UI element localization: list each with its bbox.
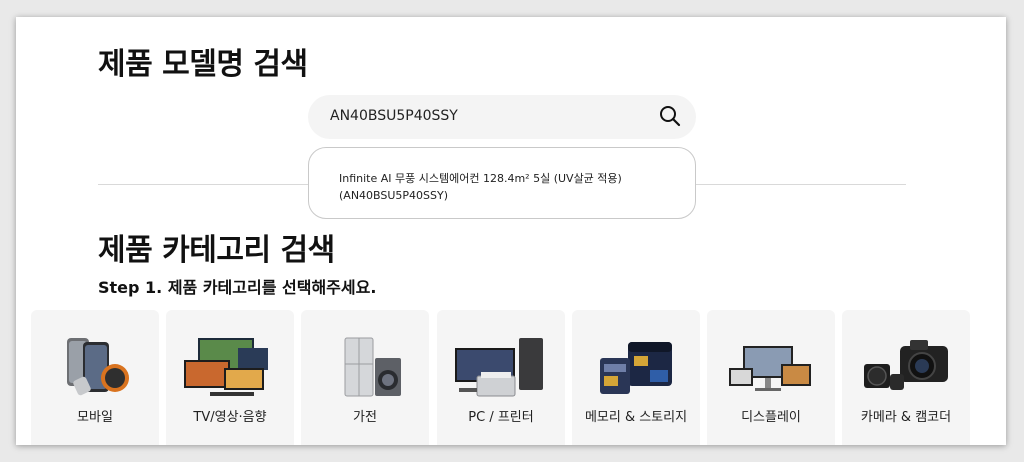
category-label: 메모리 & 스토리지	[584, 410, 688, 425]
category-card-appliance[interactable]: 가전	[301, 310, 429, 445]
category-card-pc-printer[interactable]: PC / 프린터	[437, 310, 565, 445]
suggestion-model-code: (AN40BSU5P40SSY)	[339, 189, 449, 202]
display-icon	[729, 346, 811, 391]
tv-icon	[184, 338, 268, 396]
category-card-memory[interactable]: 메모리 & 스토리지	[572, 310, 700, 445]
category-label: TV/영상·음향	[193, 410, 267, 425]
category-label: 모바일	[77, 410, 113, 425]
suggestion-product-name: Infinite AI 무풍 시스템에어컨 128.4m² 5실 (UV살균 적…	[339, 172, 622, 185]
model-search-title: 제품 모델명 검색	[98, 47, 308, 82]
mobile-icon	[67, 338, 129, 396]
category-search-title: 제품 카테고리 검색	[98, 233, 335, 268]
category-card-camera[interactable]: 카메라 & 캠코더	[842, 310, 970, 445]
category-label: 카메라 & 캠코더	[860, 410, 952, 425]
memory-card-icon	[600, 342, 672, 394]
camera-icon	[864, 340, 948, 390]
pc-printer-icon	[455, 338, 543, 397]
search-input[interactable]: AN40BSU5P40SSY	[330, 108, 458, 124]
model-search-box[interactable]: AN40BSU5P40SSY	[308, 95, 696, 139]
category-label: 디스플레이	[741, 410, 801, 425]
category-label: 가전	[353, 410, 377, 425]
step-instruction: Step 1. 제품 카테고리를 선택해주세요.	[98, 278, 377, 297]
search-suggestion-item[interactable]: Infinite AI 무풍 시스템에어컨 128.4m² 5실 (UV살균 적…	[339, 170, 669, 204]
category-card-display[interactable]: 디스플레이	[707, 310, 835, 445]
category-label: PC / 프린터	[468, 410, 534, 425]
category-card-tv[interactable]: TV/영상·음향	[166, 310, 294, 445]
appliance-icon	[344, 337, 401, 397]
search-suggestion-dropdown[interactable]: Infinite AI 무풍 시스템에어컨 128.4m² 5실 (UV살균 적…	[308, 147, 696, 219]
page-frame: 제품 모델명 검색 AN40BSU5P40SSY Infinite AI 무풍 …	[16, 17, 1006, 445]
category-card-mobile[interactable]: 모바일	[31, 310, 159, 445]
search-icon[interactable]	[658, 104, 682, 128]
